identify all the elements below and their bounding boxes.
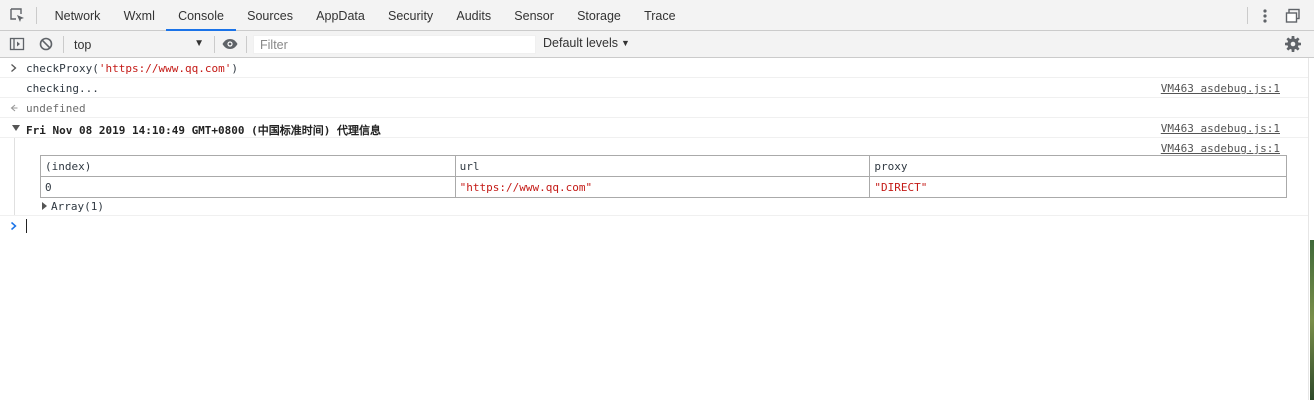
tab-trace[interactable]: Trace (632, 0, 687, 31)
tab-appdata[interactable]: AppData (305, 0, 377, 31)
panel-tabs: Network Wxml Console Sources AppData Sec… (43, 0, 687, 31)
console-result-entry: undefined (0, 98, 1308, 118)
table-cell-url: "https://www.qq.com" (454, 176, 871, 198)
array-label: Array(1) (51, 200, 104, 213)
show-sidebar-icon[interactable] (8, 35, 26, 53)
tabbar-divider (36, 7, 37, 24)
undock-icon[interactable] (1284, 7, 1302, 25)
background-window-sliver (1310, 240, 1314, 400)
console-log-entry: checking... VM463 asdebug.js:1 (0, 78, 1308, 98)
prompt-chevron-icon (9, 220, 19, 232)
table-header-row: (index) url proxy (40, 155, 1287, 177)
tab-network[interactable]: Network (43, 0, 112, 31)
console-table: (index) url proxy 0 "https://www.qq.com"… (40, 155, 1287, 198)
console-command: checkProxy('https://www.qq.com') (26, 62, 238, 75)
group-expand-arrow-icon[interactable] (12, 125, 20, 131)
console-messages: checkProxy('https://www.qq.com') checkin… (0, 58, 1314, 400)
dropdown-arrow-icon: ▼ (621, 38, 630, 48)
array-toggle[interactable]: Array(1) (42, 200, 104, 213)
result-value: undefined (26, 102, 86, 115)
console-group-header[interactable]: Fri Nov 08 2019 14:10:49 GMT+0800 (中国标准时… (0, 118, 1308, 138)
source-link[interactable]: VM463 asdebug.js:1 (1161, 82, 1280, 95)
prompt-text-caret (26, 219, 27, 233)
tab-storage[interactable]: Storage (566, 0, 633, 31)
result-arrow-icon (9, 102, 19, 114)
tab-sources[interactable]: Sources (236, 0, 305, 31)
input-chevron-icon (9, 62, 19, 74)
expand-arrow-icon[interactable] (42, 202, 47, 210)
source-link[interactable]: VM463 asdebug.js:1 (1161, 142, 1280, 155)
table-cell-proxy: "DIRECT" (869, 176, 1287, 198)
command-function: checkProxy( (26, 62, 99, 75)
toolbar-divider (214, 36, 215, 53)
console-prompt[interactable] (0, 216, 1308, 236)
table-cell-index: 0 (40, 176, 456, 198)
toolbar-divider (63, 36, 64, 53)
command-close-paren: ) (231, 62, 238, 75)
table-header-url[interactable]: url (454, 155, 871, 177)
source-link[interactable]: VM463 asdebug.js:1 (1161, 122, 1280, 135)
filter-input[interactable] (253, 35, 536, 54)
context-selector[interactable]: top ▼ (68, 34, 208, 55)
tab-wxml[interactable]: Wxml (112, 0, 166, 31)
console-toolbar: top ▼ Default levels▼ (0, 31, 1314, 58)
inspect-element-icon[interactable] (8, 6, 26, 24)
more-options-icon[interactable] (1257, 7, 1273, 25)
command-argument: 'https://www.qq.com' (98, 62, 232, 75)
console-settings-gear-icon[interactable] (1284, 35, 1302, 53)
dropdown-arrow-icon: ▼ (194, 38, 204, 49)
context-selector-value: top (74, 38, 92, 52)
tab-audits[interactable]: Audits (445, 0, 503, 31)
group-title: Fri Nov 08 2019 14:10:49 GMT+0800 (中国标准时… (26, 124, 382, 137)
tabbar-divider-right (1247, 7, 1248, 24)
table-header-proxy[interactable]: proxy (869, 155, 1287, 177)
log-message: checking... (26, 82, 99, 95)
clear-console-icon[interactable] (37, 35, 55, 53)
tab-security[interactable]: Security (376, 0, 444, 31)
log-levels-label: Default levels (543, 36, 619, 50)
live-expression-eye-icon[interactable] (221, 35, 239, 53)
table-header-index[interactable]: (index) (40, 155, 456, 177)
log-levels-dropdown[interactable]: Default levels ▼ (543, 36, 630, 50)
devtools-tabbar: Network Wxml Console Sources AppData Sec… (0, 0, 1314, 31)
tab-console[interactable]: Console (166, 0, 236, 31)
tab-sensor[interactable]: Sensor (503, 0, 566, 31)
console-input-entry: checkProxy('https://www.qq.com') (0, 58, 1308, 78)
table-row: 0 "https://www.qq.com" "DIRECT" (40, 176, 1287, 198)
toolbar-divider (246, 36, 247, 53)
